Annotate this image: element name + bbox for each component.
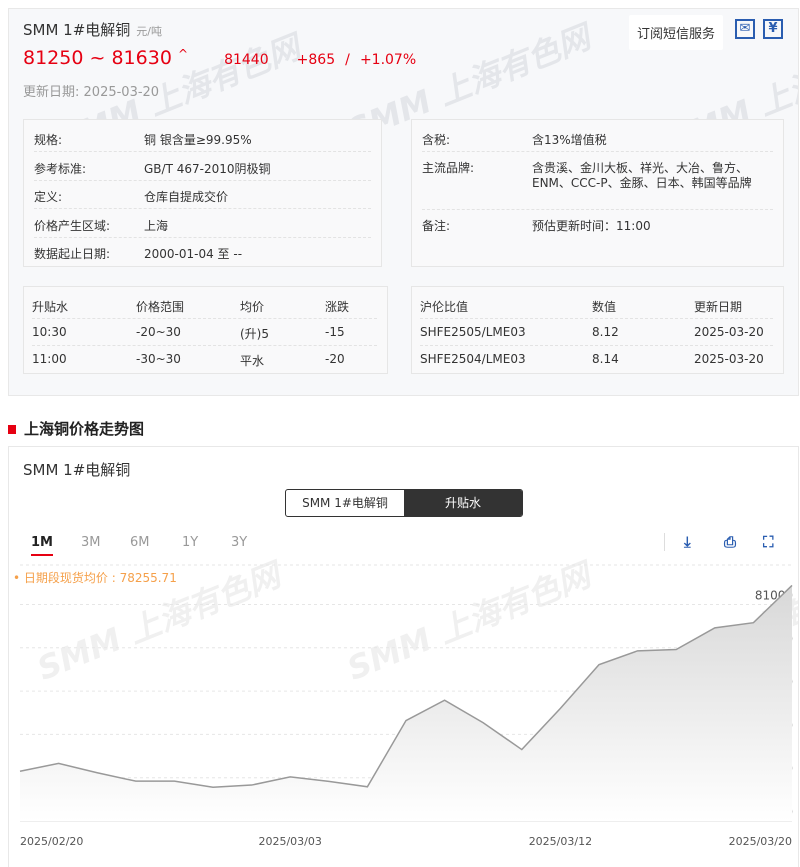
table-header: 升贴水 价格范围 均价 涨跌 [32,295,377,319]
spec-label: 含税: [422,133,451,147]
table-cell: -30~30 [136,352,181,366]
table-cell: 10:30 [32,325,67,339]
spec-row: 价格产生区域: 上海 [34,210,371,238]
x-tick-label: 2025/03/12 [529,835,592,848]
product-name: SMM 1#电解铜 [23,21,131,39]
up-arrow-icon: ^ [177,47,189,61]
table-cell: 均价 [240,300,265,314]
product-title: SMM 1#电解铜 元/吨 [23,19,162,40]
price-chart: 7600077000780007900080000810002025/02/20… [19,564,793,848]
table-cell: 平水 [240,354,265,368]
table-cell: 2025-03-20 [694,325,764,339]
spec-value: ENM、CCC-P、金豚、日本、韩国等品牌 [532,176,752,190]
update-date: 更新日期: 2025-03-20 [23,81,159,100]
spec-value: 铜 银含量≥99.95% [144,133,252,147]
table-cell: -20 [325,352,345,366]
section-marker [8,425,16,434]
price-separator: ~ [89,47,106,69]
price-low: 81250 [23,47,84,69]
update-date-value: 2025-03-20 [83,85,160,100]
table-cell: 涨跌 [325,300,350,314]
yuan-calendar-icon[interactable]: ¥ [763,19,783,39]
table-row: 11:00 -30~30 平水 -20 [32,349,377,373]
table-cell: 价格范围 [136,300,185,314]
table-cell: 升贴水 [32,300,69,314]
spec-label: 参考标准: [34,161,87,176]
table-cell: 数值 [592,300,617,314]
table-cell: 8.12 [592,325,619,339]
x-tick-label: 2025/03/20 [729,835,792,848]
spec-label: 规格: [34,133,63,147]
spec-label: 定义: [34,190,63,204]
price-change: +865 [296,52,336,68]
mail-icon[interactable]: ✉ [735,19,755,39]
price-change-pct: +1.07% [359,52,417,68]
spec-label: 主流品牌: [422,161,475,175]
area-fill [20,585,792,821]
table-cell: 沪伦比值 [420,300,469,314]
price-summary-panel: SMM 上海有色网 SMM 上海有色网 SMM 上海有色网 SMM 1#电解铜元… [8,8,799,396]
spec-value: 仓库自提成交价 [144,190,229,204]
update-label: 更新日期: [23,85,80,100]
price-high: 81630 [111,47,172,69]
spec-right-box: 含税: 含13%增值税 主流品牌: 含贵溪、金川大板、祥光、大冶、鲁方、 ENM、CC… [411,119,784,267]
section-title: 上海铜价格走势图 [8,418,144,439]
x-tick-label: 2025/02/20 [20,835,83,848]
spec-label: 备注: [422,219,451,233]
table-cell: SHFE2504/LME03 [420,352,526,366]
spec-value: 含13%增值税 [532,133,607,147]
table-row: SHFE2504/LME03 8.14 2025-03-20 [420,349,773,373]
spec-left-box: 规格: 铜 银含量≥99.95% 参考标准: GB/T 467-2010阴极铜定义: 仓… [23,119,382,267]
table-cell: 11:00 [32,352,67,366]
spec-value: GB/T 467-2010阴极铜 [144,161,271,176]
table-cell: -15 [325,325,345,339]
table-cell: 更新日期 [694,300,743,314]
section-title-text: 上海铜价格走势图 [24,420,145,438]
table-row: SHFE2505/LME03 8.12 2025-03-20 [420,322,773,346]
table-row: 10:30 -20~30 (升)5 -15 [32,322,377,346]
table-cell: 2025-03-20 [694,352,764,366]
table-cell: -20~30 [136,325,181,339]
premium-table: 升贴水 价格范围 均价 涨跌 10:30 -20~30 (升)5 -15 11:00 -30~30… [23,286,388,374]
price-line: 81250 ~ 81630 ^ 81440 +865 / +1.07% [23,47,417,69]
spec-label: 价格产生区域: [34,218,111,233]
spec-row: 规格: 铜 银含量≥99.95% [34,124,371,152]
x-tick-label: 2025/03/03 [258,835,321,848]
table-header: 沪伦比值 数值 更新日期 [420,295,773,319]
table-cell: (升)5 [240,327,269,341]
subscribe-sms-button[interactable]: 订阅短信服务 [629,15,724,50]
chart-panel: SMM 1#电解铜 SMM 1#电解铜 升贴水 1M 3M 6M 1Y 3Y ⤓… [8,446,799,867]
ratio-table: 沪伦比值 数值 更新日期 SHFE2505/LME03 8.12 2025-03-20 SH… [411,286,784,374]
spec-label: 数据起止日期: [34,247,111,261]
spec-value: 预估更新时间：11:00 [532,219,651,233]
avg-price: 81440 [224,52,269,68]
spec-value: 上海 [144,218,169,233]
spec-row: 参考标准: GB/T 467-2010阴极铜 [34,153,371,181]
table-cell: 8.14 [592,352,619,366]
spec-row: 数据起止日期: 2000-01-04 至 -- [34,238,371,266]
spec-row: 定义: 仓库自提成交价 [34,181,371,209]
table-cell: SHFE2505/LME03 [420,325,526,339]
spec-value: 2000-01-04 至 -- [144,247,243,261]
unit-label: 元/吨 [136,25,163,38]
